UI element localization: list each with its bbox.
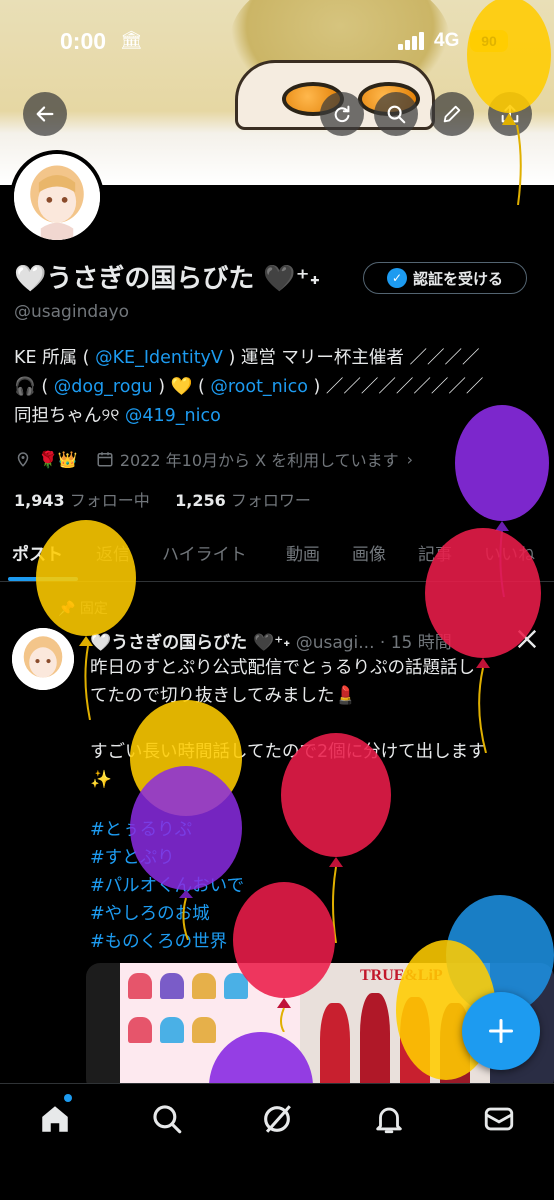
- nav-home[interactable]: [38, 1102, 72, 1136]
- following-count: 1,943: [14, 491, 65, 510]
- grok-icon: [264, 1105, 291, 1133]
- signal-icon: [398, 32, 426, 50]
- get-verified-button[interactable]: ✓ 認証を受ける: [363, 262, 527, 294]
- home-notification-dot: [64, 1094, 72, 1102]
- profile-avatar[interactable]: [10, 150, 104, 244]
- bio-text: KE 所属 (: [14, 348, 96, 368]
- followers-label: フォロワー: [230, 491, 311, 510]
- search-icon: [387, 105, 406, 124]
- display-name: 🤍うさぎの国らびた 🖤⁺˖: [14, 264, 321, 294]
- balloon-icon: [467, 0, 551, 205]
- tab-media[interactable]: 画像: [352, 540, 386, 565]
- search-button[interactable]: [374, 92, 418, 136]
- bio-text: ) 運営 マリー杯主催者 ／／／／: [222, 348, 480, 368]
- compose-button[interactable]: [462, 992, 540, 1070]
- post-handle[interactable]: @usagi...: [296, 633, 375, 653]
- followers-link[interactable]: 1,256 フォロワー: [175, 491, 311, 510]
- mention-link[interactable]: @419_nico: [125, 406, 221, 426]
- mention-link[interactable]: @root_nico: [210, 377, 308, 397]
- verified-badge-icon: ✓: [386, 268, 407, 288]
- refresh-button[interactable]: [320, 92, 364, 136]
- bottom-nav: [0, 1083, 554, 1200]
- following-link[interactable]: 1,943 フォロー中: [14, 491, 150, 510]
- following-label: フォロー中: [69, 491, 150, 510]
- balloon-icon: [425, 528, 541, 753]
- back-button[interactable]: [23, 92, 67, 136]
- balloon-icon: [130, 700, 242, 940]
- messages-icon: [484, 1107, 514, 1131]
- tab-videos[interactable]: 動画: [286, 540, 320, 565]
- get-verified-label: 認証を受ける: [412, 269, 503, 288]
- notifications-icon: [376, 1107, 402, 1134]
- bio-text: 同担ちゃん୨୧: [14, 406, 125, 426]
- home-icon: [42, 1106, 68, 1132]
- bio-line-1: KE 所属 ( @KE_IdentityV ) 運営 マリー杯主催者 ／／／／: [14, 344, 544, 373]
- balloon-icon: [209, 1032, 313, 1083]
- followers-count: 1,256: [175, 491, 226, 510]
- network-type: 4G: [434, 30, 460, 51]
- nav-search[interactable]: [150, 1102, 184, 1136]
- location-text: 🌹👑: [38, 449, 78, 469]
- balloon-icon: [233, 882, 335, 1032]
- profile-screen: 0:00 🏛 4G 90 🤍うさぎの国らびた 🖤⁺˖ ✓: [0, 0, 554, 1200]
- bank-icon: 🏛: [120, 30, 143, 51]
- arrow-left-icon: [36, 106, 54, 122]
- status-time: 0:00: [60, 28, 107, 54]
- refresh-icon: [334, 105, 350, 123]
- bio-line-2: 🎧 ( @dog_rogu ) 💛 ( @root_nico ) ／／／／／／／…: [14, 373, 544, 402]
- mention-link[interactable]: @KE_IdentityV: [95, 348, 223, 368]
- edit-icon: [443, 105, 461, 123]
- bio-text: ) 💛 (: [152, 377, 211, 397]
- search-icon: [153, 1105, 182, 1134]
- location-icon: [14, 450, 32, 468]
- bio-text: 🎧 (: [14, 377, 54, 397]
- nav-notifications[interactable]: [372, 1102, 406, 1136]
- follow-stats: 1,943 フォロー中 1,256 フォロワー: [14, 487, 311, 511]
- joined-date: 2022 年10月から X を利用しています: [119, 451, 399, 470]
- balloon-icon: [36, 520, 136, 720]
- profile-handle: @usagindayo: [14, 302, 130, 322]
- bio-text: ) ／／／／／／／／／: [307, 377, 484, 397]
- tab-highlights[interactable]: ハイライト: [162, 540, 247, 565]
- calendar-icon: [96, 450, 114, 468]
- mention-link[interactable]: @dog_rogu: [54, 377, 153, 397]
- nav-grok[interactable]: [260, 1102, 294, 1136]
- chevron-right-icon[interactable]: ›: [407, 450, 413, 469]
- plus-icon: [488, 1018, 514, 1044]
- nav-messages[interactable]: [482, 1102, 516, 1136]
